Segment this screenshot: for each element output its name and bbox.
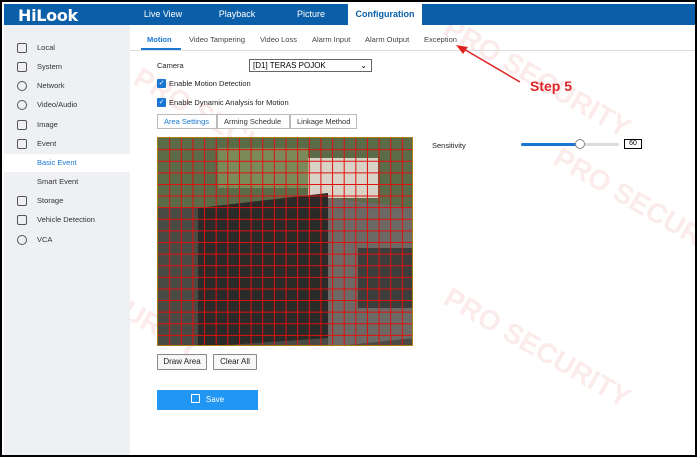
subtab-video-tampering[interactable]: Video Tampering <box>189 35 245 49</box>
camera-select[interactable]: [D1] TERAS POJOK ⌄ <box>249 59 372 72</box>
sidebar-item-vca[interactable]: VCA <box>4 231 130 249</box>
clear-all-button[interactable]: Clear All <box>213 354 257 370</box>
sensitivity-slider[interactable] <box>521 139 619 149</box>
camera-label: Camera <box>157 61 184 70</box>
sidebar: Local System Network Video/Audio Image E… <box>4 25 130 455</box>
sidebar-item-smart-event[interactable]: Smart Event <box>4 173 130 191</box>
step-arming-schedule[interactable]: Arming Schedule <box>217 114 290 129</box>
tab-live-view[interactable]: Live View <box>130 4 196 25</box>
draw-area-button[interactable]: Draw Area <box>157 354 207 370</box>
motion-grid-overlay <box>158 138 412 345</box>
sensitivity-label: Sensitivity <box>432 141 466 150</box>
sidebar-item-label: Local <box>37 43 55 52</box>
annotation-arrow <box>456 45 521 83</box>
top-nav-bar: HiLook Live View Playback Picture Config… <box>4 4 695 25</box>
subtab-alarm-output[interactable]: Alarm Output <box>365 35 409 49</box>
watermark: PRO SECURITY <box>438 281 636 414</box>
divider <box>130 50 695 51</box>
car-icon <box>17 215 27 225</box>
chevron-down-icon: ⌄ <box>360 61 367 70</box>
camera-preview[interactable] <box>157 137 413 346</box>
camera-select-value: [D1] TERAS POJOK <box>253 61 326 70</box>
enable-motion-label: Enable Motion Detection <box>169 79 251 88</box>
sidebar-item-label: Network <box>37 81 65 90</box>
sidebar-item-system[interactable]: System <box>4 58 130 76</box>
save-button[interactable]: Save <box>157 390 258 410</box>
image-icon <box>17 120 27 130</box>
sidebar-item-label: Vehicle Detection <box>37 215 95 224</box>
watermark: PRO SECURITY <box>548 141 697 274</box>
system-icon <box>17 62 27 72</box>
sidebar-item-event[interactable]: Event <box>4 135 130 153</box>
sidebar-item-label: Image <box>37 120 58 129</box>
subtab-video-loss[interactable]: Video Loss <box>260 35 297 49</box>
tab-configuration[interactable]: Configuration <box>348 4 422 25</box>
window-frame: PRO SECURITY PRO SECURITY PRO SECURITY P… <box>0 0 697 457</box>
sidebar-item-label: Video/Audio <box>37 100 78 109</box>
sidebar-item-video-audio[interactable]: Video/Audio <box>4 96 130 114</box>
vca-icon <box>17 235 27 245</box>
enable-dynamic-checkbox[interactable]: ✓ <box>157 98 166 107</box>
calendar-icon <box>17 139 27 149</box>
tab-picture[interactable]: Picture <box>276 4 346 25</box>
enable-motion-checkbox[interactable]: ✓ <box>157 79 166 88</box>
tab-playback[interactable]: Playback <box>200 4 274 25</box>
sensitivity-slider-handle[interactable] <box>574 139 585 149</box>
subtab-motion[interactable]: Motion <box>147 35 172 49</box>
audio-icon <box>17 100 27 110</box>
sidebar-item-label: Event <box>37 139 57 148</box>
sidebar-item-label: VCA <box>37 235 53 244</box>
save-icon <box>190 394 200 403</box>
save-button-label: Save <box>205 395 225 404</box>
step-annotation-label: Step 5 <box>530 78 573 94</box>
subtab-alarm-input[interactable]: Alarm Input <box>312 35 350 49</box>
sidebar-item-local[interactable]: Local <box>4 39 130 57</box>
globe-icon <box>17 81 27 91</box>
sidebar-item-basic-event[interactable]: Basic Event <box>4 154 130 172</box>
sidebar-item-network[interactable]: Network <box>4 77 130 95</box>
sidebar-item-storage[interactable]: Storage <box>4 192 130 210</box>
sensitivity-value[interactable]: 60 <box>624 139 642 149</box>
sidebar-item-vehicle-detection[interactable]: Vehicle Detection <box>4 211 130 229</box>
sidebar-item-image[interactable]: Image <box>4 116 130 134</box>
hilook-logo: HiLook <box>18 6 78 25</box>
sidebar-item-label: System <box>37 62 63 71</box>
sensitivity-slider-fill <box>521 143 580 146</box>
storage-icon <box>17 196 27 206</box>
enable-dynamic-label: Enable Dynamic Analysis for Motion <box>169 98 289 107</box>
sidebar-item-label: Storage <box>37 196 64 205</box>
active-tab-indicator <box>141 48 181 50</box>
monitor-icon <box>17 43 27 53</box>
step-linkage-method[interactable]: Linkage Method <box>290 114 357 129</box>
step-area-settings[interactable]: Area Settings <box>157 114 217 129</box>
